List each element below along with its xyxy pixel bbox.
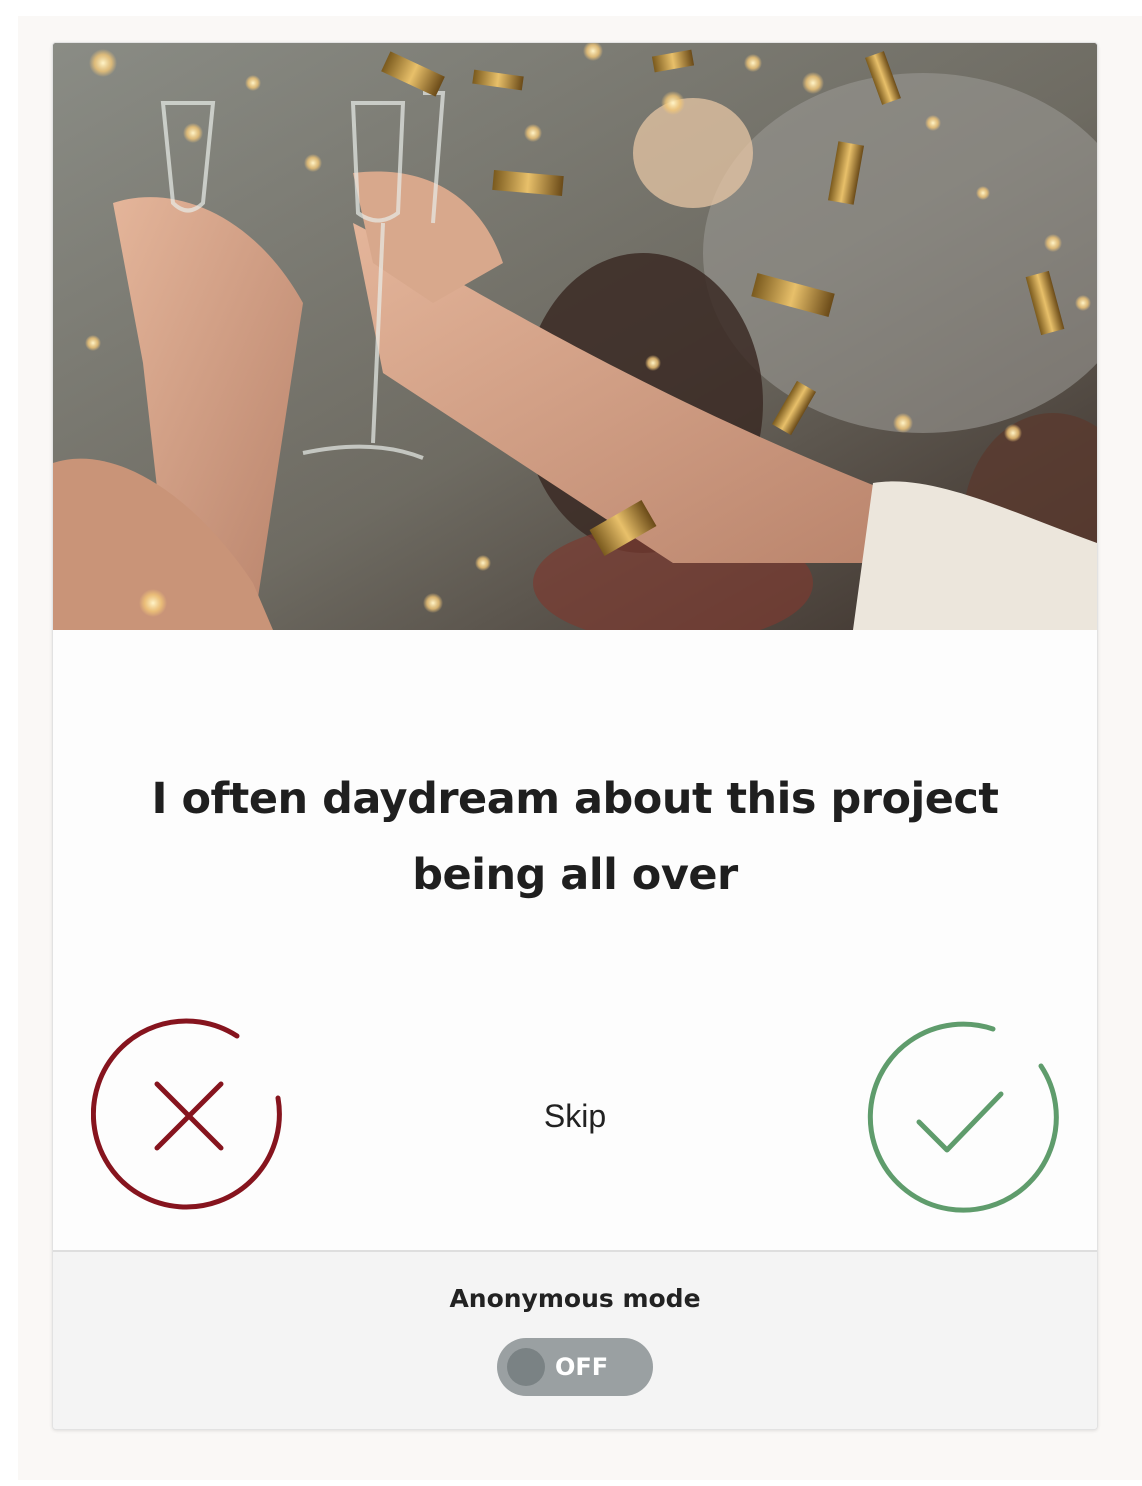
anonymous-mode-label: Anonymous mode [449,1284,701,1313]
agree-button[interactable] [863,1018,1059,1214]
check-icon [867,1021,1059,1213]
anonymous-mode-toggle[interactable]: OFF [497,1338,653,1396]
survey-card: I often daydream about this project bein… [52,42,1098,1430]
celebration-photo [53,43,1097,630]
survey-question: I often daydream about this project bein… [151,774,999,900]
close-icon [91,1018,282,1210]
skip-button[interactable]: Skip [505,1091,645,1141]
toggle-state-label: OFF [555,1353,609,1381]
footer-panel: Anonymous mode OFF [53,1250,1097,1429]
disagree-button[interactable] [91,1018,287,1214]
toggle-knob [507,1348,545,1386]
